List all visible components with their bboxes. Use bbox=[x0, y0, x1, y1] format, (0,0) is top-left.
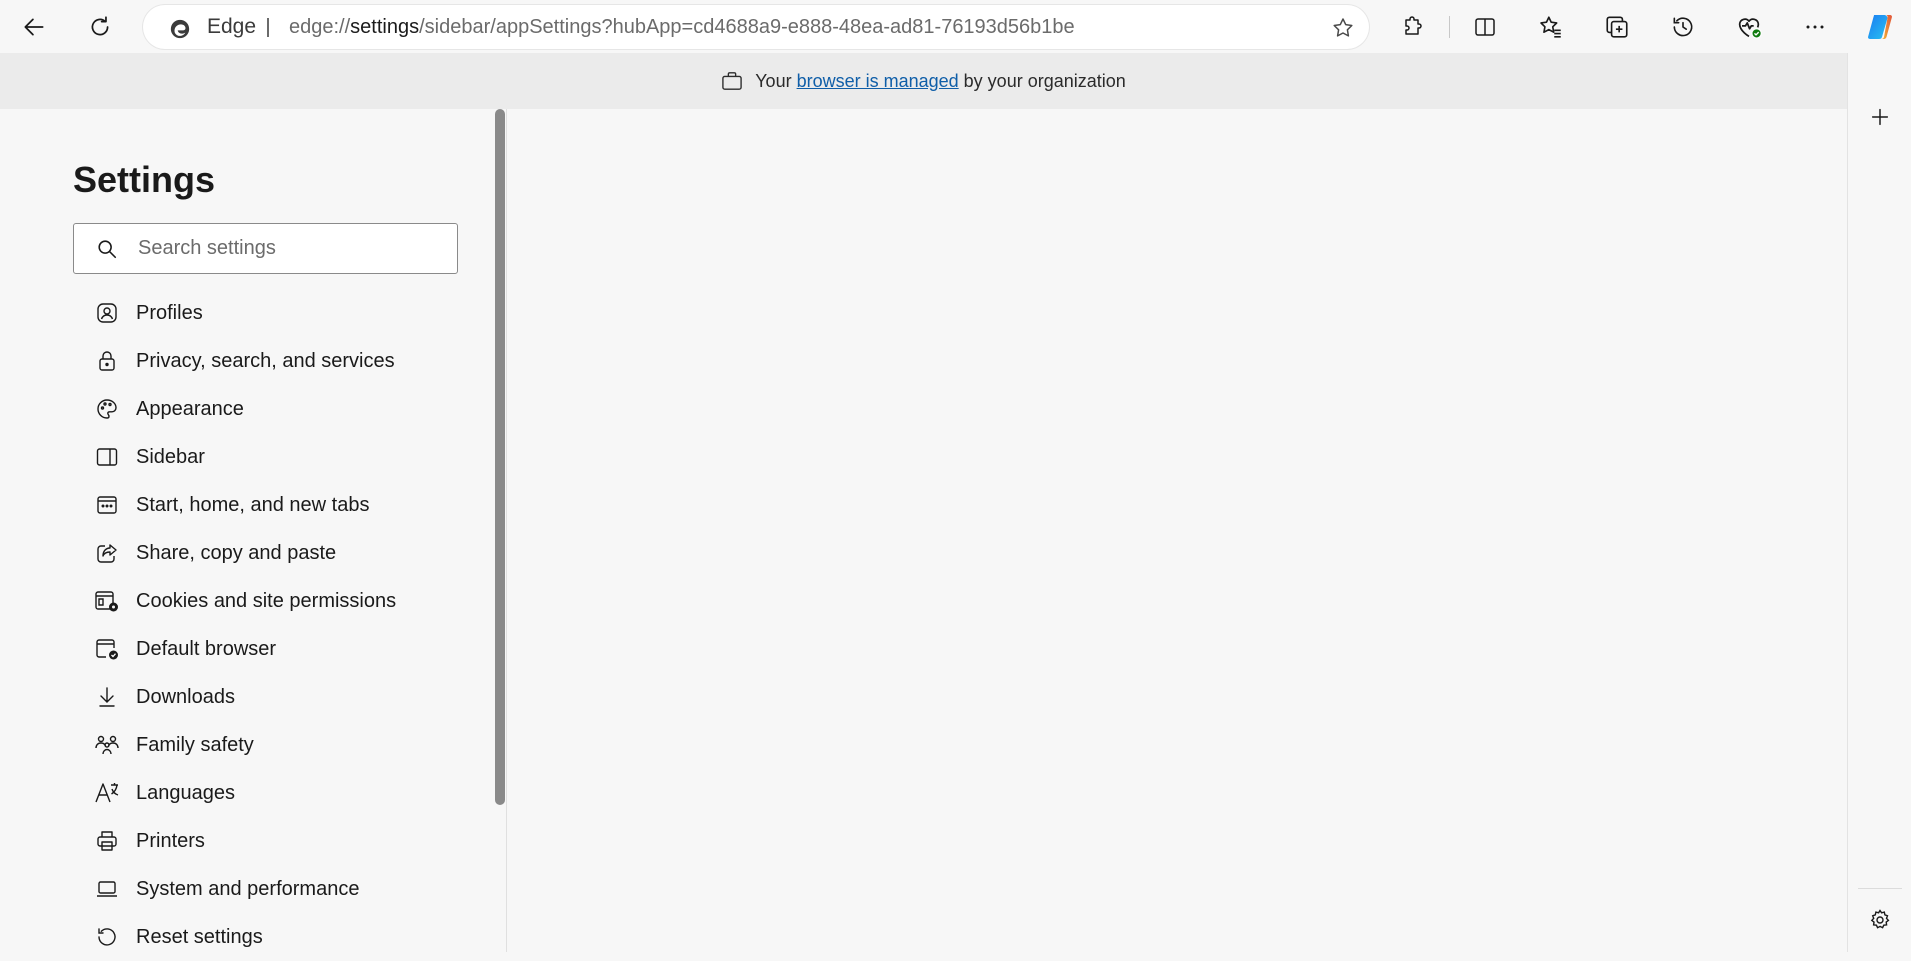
languages-icon bbox=[91, 777, 123, 809]
nav-item-start-home[interactable]: Start, home, and new tabs bbox=[73, 481, 473, 529]
nav-label: Share, copy and paste bbox=[136, 541, 337, 564]
lock-icon bbox=[91, 345, 123, 377]
share-icon bbox=[91, 537, 123, 569]
settings-navigation: Settings Profiles Privacy, search, and s… bbox=[0, 109, 507, 952]
printer-icon bbox=[91, 825, 123, 857]
collections-icon bbox=[1606, 16, 1628, 38]
more-icon bbox=[1806, 25, 1824, 29]
url-text[interactable]: edge://settings/sidebar/appSettings?hubA… bbox=[289, 5, 1075, 49]
nav-label: Default browser bbox=[136, 637, 277, 660]
refresh-icon bbox=[91, 16, 109, 36]
url-scheme: edge:// bbox=[289, 16, 351, 38]
managed-bar-suffix: by your organization bbox=[963, 70, 1126, 91]
add-favorite-button[interactable] bbox=[1331, 16, 1355, 40]
sidebar-divider bbox=[1858, 888, 1902, 889]
managed-browser-bar: Your browser is managed by your organiza… bbox=[0, 53, 1847, 109]
nav-item-languages[interactable]: Languages bbox=[73, 769, 473, 817]
scrollbar-thumb[interactable] bbox=[495, 109, 505, 805]
sidebar-settings-button[interactable] bbox=[1858, 898, 1902, 942]
nav-label: Profiles bbox=[136, 301, 203, 324]
copilot-icon bbox=[1868, 15, 1892, 39]
favorites-button[interactable] bbox=[1529, 5, 1573, 49]
nav-item-share-copy-paste[interactable]: Share, copy and paste bbox=[73, 529, 473, 577]
nav-label: System and performance bbox=[136, 877, 360, 900]
browser-essentials-icon bbox=[1738, 18, 1762, 39]
nav-label: Family safety bbox=[136, 733, 254, 756]
settings-nav-list: Profiles Privacy, search, and services A… bbox=[73, 289, 473, 961]
settings-content-pane bbox=[508, 109, 1847, 952]
extensions-icon bbox=[1405, 16, 1422, 35]
profile-icon bbox=[91, 297, 123, 329]
nav-label: Languages bbox=[136, 781, 235, 804]
nav-scrollbar[interactable] bbox=[494, 109, 506, 952]
reset-icon bbox=[91, 921, 123, 953]
star-outline-icon bbox=[1333, 18, 1353, 37]
sidebar-icon bbox=[91, 441, 123, 473]
nav-item-family-safety[interactable]: Family safety bbox=[73, 721, 473, 769]
add-sidebar-app-button[interactable] bbox=[1858, 95, 1902, 139]
nav-label: Privacy, search, and services bbox=[136, 349, 395, 372]
nav-label: Sidebar bbox=[136, 445, 205, 468]
default-browser-icon bbox=[91, 633, 123, 665]
extensions-button[interactable] bbox=[1391, 5, 1435, 49]
managed-bar-prefix: Your bbox=[755, 70, 792, 91]
nav-label: Downloads bbox=[136, 685, 235, 708]
page-title: Settings bbox=[73, 159, 216, 200]
home-tabs-icon bbox=[91, 489, 123, 521]
arrow-left-icon bbox=[24, 18, 44, 36]
nav-item-profiles[interactable]: Profiles bbox=[73, 289, 473, 337]
nav-label: Reset settings bbox=[136, 925, 263, 948]
search-settings-input[interactable] bbox=[138, 237, 438, 260]
cookies-icon bbox=[91, 585, 123, 617]
nav-item-default-browser[interactable]: Default browser bbox=[73, 625, 473, 673]
site-identity-label: Edge bbox=[207, 15, 257, 38]
edge-logo-icon bbox=[169, 18, 191, 40]
nav-item-sidebar[interactable]: Sidebar bbox=[73, 433, 473, 481]
favorites-icon bbox=[1540, 16, 1561, 38]
split-screen-button[interactable] bbox=[1463, 5, 1507, 49]
edge-sidebar bbox=[1847, 53, 1911, 952]
nav-label: Printers bbox=[136, 829, 205, 852]
nav-item-appearance[interactable]: Appearance bbox=[73, 385, 473, 433]
url-host: settings bbox=[350, 16, 420, 38]
settings-page: Settings Profiles Privacy, search, and s… bbox=[0, 109, 1847, 952]
search-icon bbox=[96, 238, 118, 260]
history-button[interactable] bbox=[1661, 5, 1705, 49]
nav-item-printers[interactable]: Printers bbox=[73, 817, 473, 865]
omnibox-divider bbox=[267, 18, 269, 37]
nav-label: Start, home, and new tabs bbox=[136, 493, 370, 516]
back-button[interactable] bbox=[12, 5, 56, 49]
nav-item-privacy[interactable]: Privacy, search, and services bbox=[73, 337, 473, 385]
browser-toolbar: Edge edge://settings/sidebar/appSettings… bbox=[0, 0, 1911, 53]
collections-button[interactable] bbox=[1595, 5, 1639, 49]
nav-item-reset-settings[interactable]: Reset settings bbox=[73, 913, 473, 961]
plus-icon bbox=[1871, 108, 1889, 126]
nav-item-downloads[interactable]: Downloads bbox=[73, 673, 473, 721]
gear-icon bbox=[1870, 909, 1890, 929]
nav-item-system-performance[interactable]: System and performance bbox=[73, 865, 473, 913]
palette-icon bbox=[91, 393, 123, 425]
browser-essentials-button[interactable] bbox=[1727, 5, 1771, 49]
laptop-icon bbox=[91, 873, 123, 905]
history-icon bbox=[1673, 17, 1693, 37]
copilot-button[interactable] bbox=[1858, 5, 1902, 49]
toolbar-divider bbox=[1449, 16, 1450, 38]
refresh-button[interactable] bbox=[78, 5, 122, 49]
nav-label: Cookies and site permissions bbox=[136, 589, 397, 612]
family-icon bbox=[91, 729, 123, 761]
more-button[interactable] bbox=[1793, 5, 1837, 49]
nav-label: Appearance bbox=[136, 397, 244, 420]
search-settings-box[interactable] bbox=[73, 223, 458, 274]
download-icon bbox=[91, 681, 123, 713]
split-screen-icon bbox=[1475, 18, 1495, 36]
browser-managed-link[interactable]: browser is managed bbox=[797, 71, 959, 92]
address-bar[interactable]: Edge edge://settings/sidebar/appSettings… bbox=[143, 5, 1369, 49]
briefcase-icon bbox=[721, 71, 743, 91]
url-path: /sidebar/appSettings?hubApp=cd4688a9-e88… bbox=[419, 16, 1075, 38]
nav-item-cookies[interactable]: Cookies and site permissions bbox=[73, 577, 473, 625]
